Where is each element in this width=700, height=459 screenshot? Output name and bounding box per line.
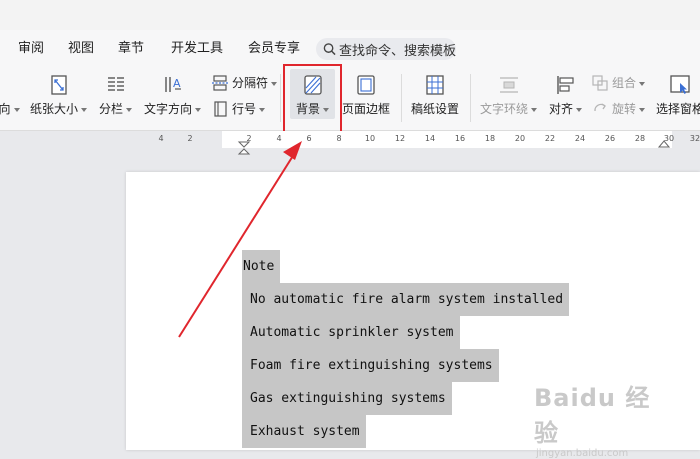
manuscript-settings-label: 稿纸设置 [411, 102, 460, 116]
ruler-tick-label: 32 [689, 134, 700, 143]
group-label: 组合 [612, 76, 637, 90]
tab-member[interactable]: 会员专享 [248, 41, 300, 57]
separator-button[interactable]: 分隔符 [212, 74, 278, 91]
ruler-tick-label: 6 [306, 134, 312, 143]
ruler-tick-label: 12 [394, 134, 406, 143]
line-number-icon [214, 100, 227, 117]
columns-label: 分栏 [99, 102, 124, 116]
ruler-tick-label: 20 [514, 134, 526, 143]
columns-button[interactable]: 分栏 [99, 74, 133, 116]
text-direction-button[interactable]: A 文字方向 [144, 74, 202, 116]
command-search[interactable]: 查找命令、搜索模板 [316, 38, 456, 60]
rotate-label: 旋转 [612, 102, 637, 116]
paper-size-button[interactable]: 纸张大小 [30, 74, 88, 116]
rotate-icon [594, 102, 606, 111]
ruler-tick-label: 4 [158, 134, 164, 143]
ruler-tick-label: 18 [484, 134, 496, 143]
text-wrap-label: 文字环绕 [480, 102, 529, 116]
group-button[interactable]: 组合 [592, 74, 646, 91]
select-pane-button[interactable]: 选择窗格 [656, 74, 700, 116]
search-icon [323, 43, 336, 56]
tab-developer[interactable]: 开发工具 [171, 41, 223, 57]
tab-chapter[interactable]: 章节 [118, 41, 144, 57]
text-wrap-icon [499, 77, 518, 93]
manuscript-settings-button[interactable]: 稿纸设置 [411, 74, 459, 116]
align-label: 对齐 [549, 102, 574, 116]
document-line[interactable]: No automatic fire alarm system installed [242, 283, 570, 316]
text-direction-cut-label: 向 [0, 102, 11, 116]
ruler-tick-label: 2 [187, 134, 193, 143]
ruler-tick-label: 10 [364, 134, 376, 143]
manuscript-grid-icon [426, 75, 444, 95]
line-number-label: 行号 [232, 102, 257, 116]
ruler-tick-label: 22 [544, 134, 556, 143]
right-indent-marker-icon[interactable] [658, 138, 670, 148]
document-line[interactable]: Gas extinguishing systems [242, 382, 452, 415]
baidu-watermark: Baidu 经验 jingyan.baidu.com [534, 378, 674, 459]
watermark-main: Baidu 经验 [534, 384, 651, 447]
tab-view[interactable]: 视图 [68, 41, 94, 57]
background-button[interactable]: 背景 [296, 74, 330, 116]
separator-icon [212, 74, 228, 91]
text-direction-vertical-icon: A [164, 77, 181, 92]
align-icon [556, 76, 574, 94]
ribbon-divider-3 [470, 74, 471, 122]
ruler-tick-label: 8 [336, 134, 342, 143]
document-line[interactable]: Note [242, 250, 281, 283]
document-line[interactable]: Foam fire extinguishing systems [242, 349, 499, 382]
indent-marker-icon[interactable] [237, 141, 251, 155]
group-icon [592, 74, 608, 91]
text-wrap-button[interactable]: 文字环绕 [480, 74, 538, 116]
align-button[interactable]: 对齐 [549, 74, 583, 116]
document-line[interactable]: Automatic sprinkler system [242, 316, 460, 349]
line-number-button[interactable]: 行号 [212, 100, 266, 117]
page-border-button[interactable]: 页面边框 [342, 74, 390, 116]
document-line[interactable]: Exhaust system [242, 415, 366, 448]
page-border-label: 页面边框 [342, 102, 391, 116]
ruler-tick-label: 4 [276, 134, 282, 143]
ruler-tick-label: 26 [604, 134, 616, 143]
separator-label: 分隔符 [232, 76, 269, 90]
svg-text:A: A [173, 77, 181, 90]
ruler-tick-label: 14 [424, 134, 436, 143]
select-pane-icon [670, 75, 690, 94]
ruler-tick-label: 24 [574, 134, 586, 143]
text-direction-icon [0, 74, 20, 96]
text-direction-label: 文字方向 [144, 102, 193, 116]
paper-size-label: 纸张大小 [30, 102, 79, 116]
text-direction-cut-button[interactable]: 向 [0, 74, 20, 116]
ruler-tick-label: 16 [454, 134, 466, 143]
select-pane-label: 选择窗格 [656, 102, 700, 116]
ribbon-divider [280, 74, 281, 122]
columns-icon [107, 77, 124, 91]
title-strip [0, 0, 700, 31]
ruler-tick-label: 28 [634, 134, 646, 143]
paper-size-icon [50, 75, 67, 95]
background-label: 背景 [296, 102, 321, 116]
background-icon [303, 75, 322, 95]
tab-review[interactable]: 审阅 [18, 41, 44, 57]
ribbon-divider-2 [401, 74, 402, 122]
page-border-icon [357, 75, 375, 95]
search-placeholder: 查找命令、搜索模板 [338, 43, 456, 59]
rotate-button[interactable]: 旋转 [592, 100, 646, 117]
